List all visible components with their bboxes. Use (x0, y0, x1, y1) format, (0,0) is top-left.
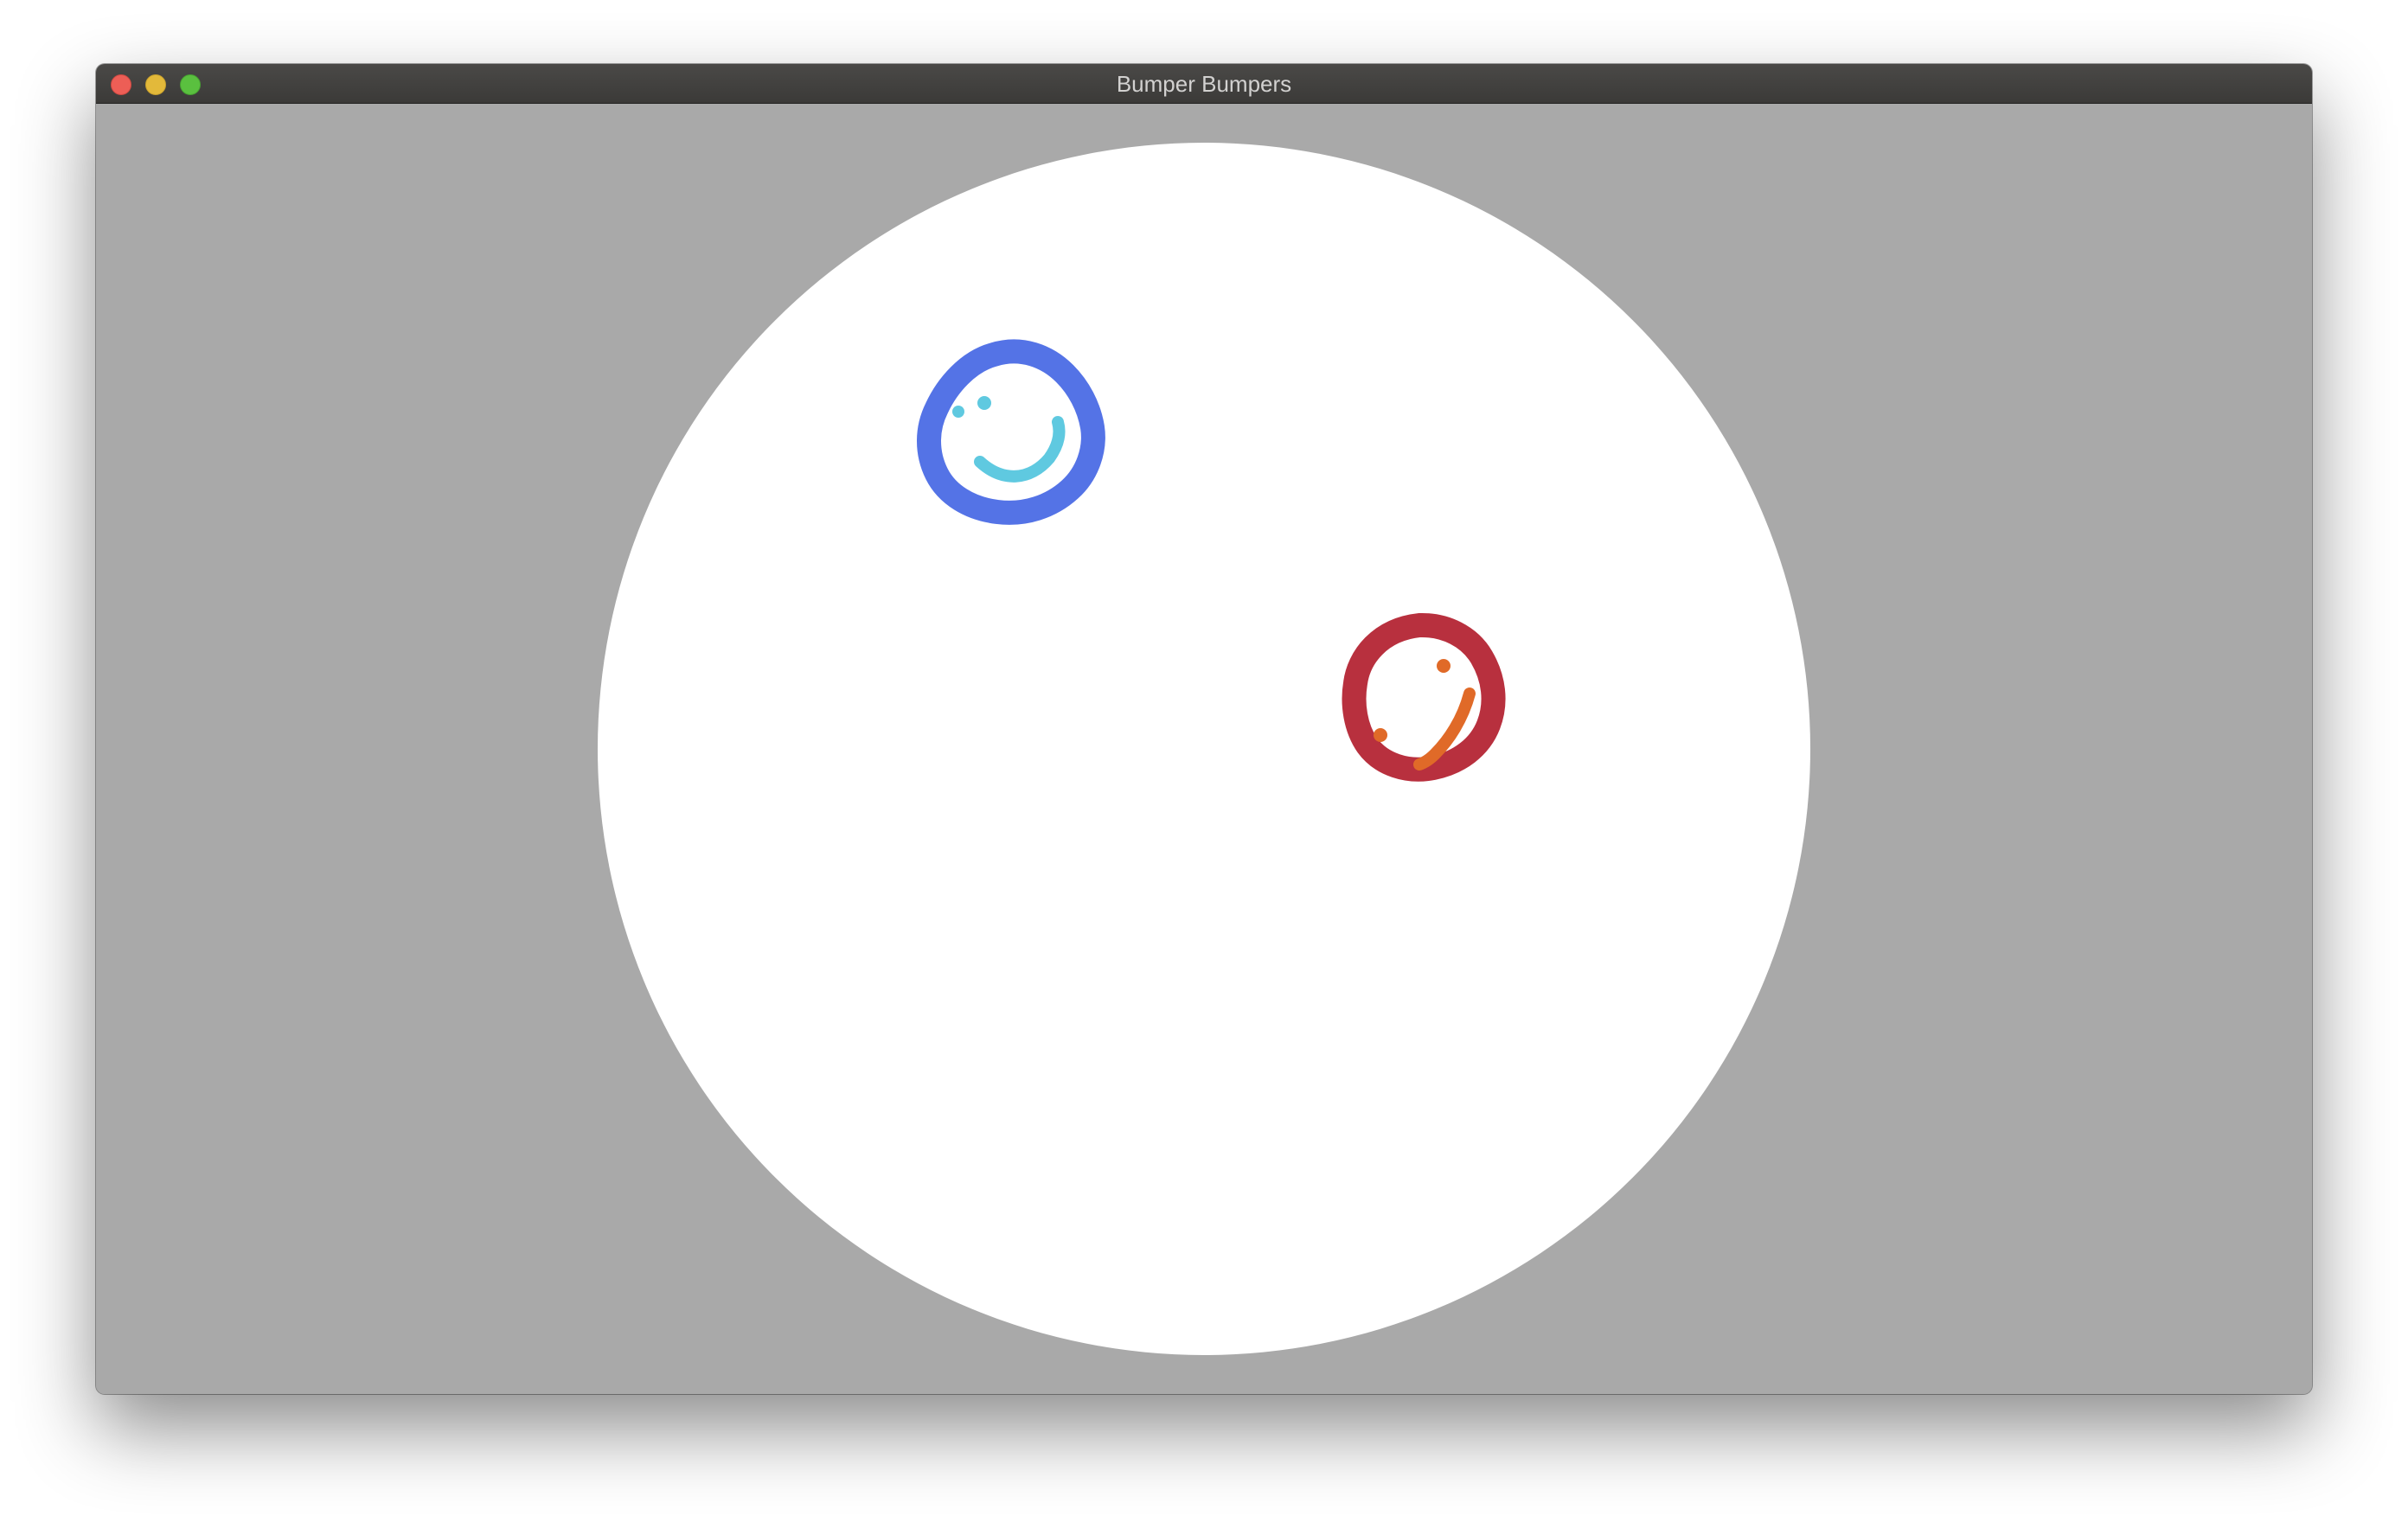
title-bar[interactable]: Bumper Bumpers (96, 64, 2312, 104)
red-bumper-eye-right (1374, 728, 1387, 742)
red-bumper-eye-left (1437, 659, 1451, 673)
arena-circle (598, 143, 1810, 1355)
game-canvas[interactable] (96, 104, 2312, 1394)
app-window: Bumper Bumpers (96, 64, 2312, 1394)
arena-svg (598, 143, 1810, 1355)
window-title: Bumper Bumpers (1116, 71, 1292, 97)
blue-bumper-eye-left (977, 396, 991, 410)
blue-bumper-eye-right (952, 406, 964, 418)
